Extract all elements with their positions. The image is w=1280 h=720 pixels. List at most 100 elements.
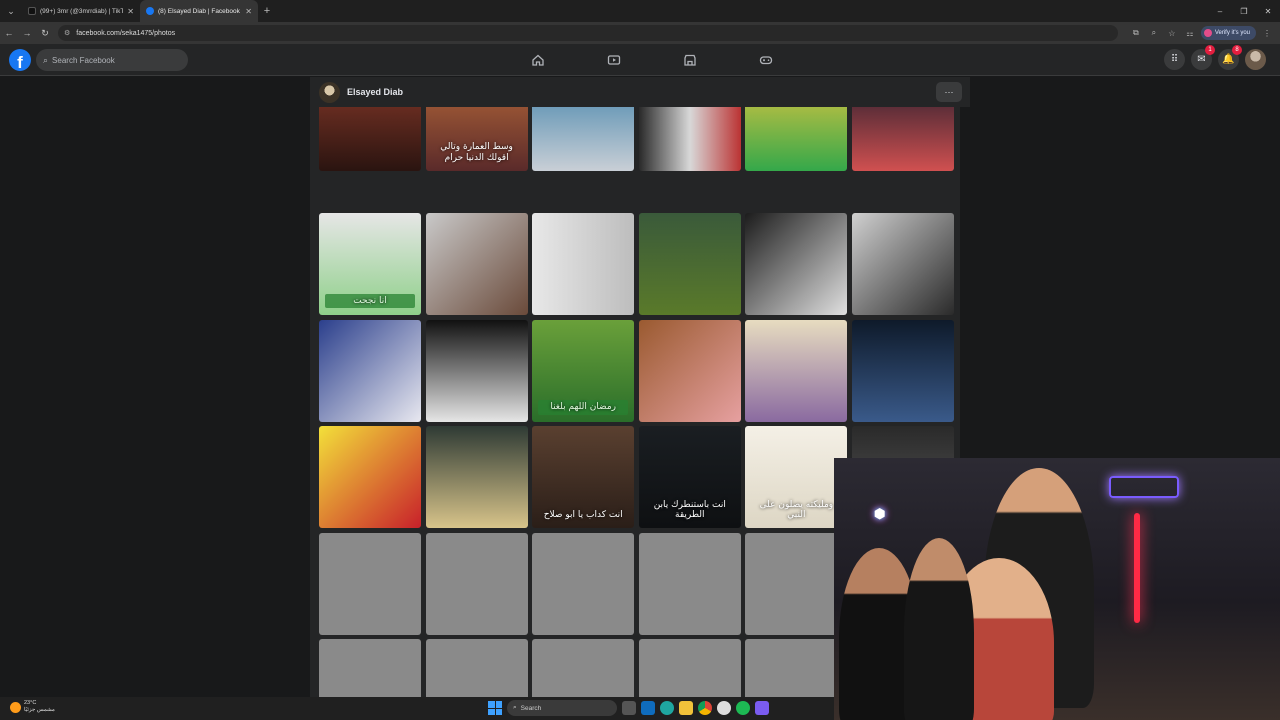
photo-thumbnail[interactable] [638,213,741,316]
spotify-icon[interactable] [736,701,750,715]
neon-hexagon-light [1109,476,1179,498]
facebook-top-nav: f ⌕ Search Facebook ⠿ ✉ 1 🔔 8 [0,44,1280,76]
weather-widget[interactable]: 23°C مشمس جزئيًا [10,700,55,714]
menu-kebab-icon[interactable]: ⋮ [1260,26,1274,40]
photo-thumbnail[interactable] [532,107,635,171]
close-icon[interactable]: ✕ [245,7,252,16]
forward-button[interactable]: → [18,22,36,44]
photo-thumbnail[interactable] [851,107,954,171]
facebook-right-actions: ⠿ ✉ 1 🔔 8 [1164,45,1266,70]
photo-thumbnail[interactable]: وسط العمارة وتالي اقولك الدنيا حرام [425,107,528,171]
profile-avatar[interactable] [319,82,340,103]
photo-caption: رمضان اللهم بلغنا [538,399,629,415]
photo-thumbnail[interactable] [425,426,528,529]
photo-thumbnail[interactable] [532,213,635,316]
photo-caption: ومليكته يصلون على النبي [759,499,834,521]
tab-tiktok[interactable]: (99+) 3mr (@3mrrdiab) | TikTok ✕ [22,0,140,22]
chrome-icon[interactable] [698,701,712,715]
back-button[interactable]: ← [0,22,18,44]
site-info-icon[interactable]: ⚙ [64,29,70,37]
facebook-icon [146,7,154,15]
photo-thumbnail[interactable] [638,107,741,171]
profile-icon [1203,29,1212,37]
photo-thumbnail[interactable]: انا نجحت [319,213,421,316]
weather-text: مشمس جزئيًا [24,707,55,714]
photo-thumbnail[interactable] [319,107,421,171]
marketplace-icon[interactable] [652,44,728,76]
tab-search-icon[interactable]: ⌄ [0,0,22,22]
photo-loading-placeholder [425,638,528,697]
photo-thumbnail[interactable]: انت كداب يا ابو صلاح [532,426,635,529]
window-controls: – ❐ ✕ [1208,0,1280,22]
photo-thumbnail[interactable] [425,319,528,422]
photo-thumbnail[interactable] [745,107,848,171]
task-view-icon[interactable] [622,701,636,715]
github-icon[interactable] [717,701,731,715]
outlook-icon[interactable] [641,701,655,715]
url-bar[interactable]: ⚙ facebook.com/seka1475/photos [58,25,1118,41]
photo-thumbnail[interactable] [638,319,741,422]
account-avatar[interactable] [1245,49,1266,70]
video-icon[interactable] [576,44,652,76]
tab-facebook[interactable]: (8) Elsayed Diab | Facebook ✕ [140,0,258,22]
edge-icon[interactable] [660,701,674,715]
photo-caption: انت باستنطرك يابن الطريقة [653,499,726,521]
bookmark-star-icon[interactable]: ☆ [1165,26,1179,40]
photo-loading-placeholder [425,532,528,635]
discord-icon[interactable] [755,701,769,715]
profile-name[interactable]: Elsayed Diab [347,87,403,97]
facebook-search-input[interactable]: ⌕ Search Facebook [36,49,188,71]
notifications-badge: 8 [1232,45,1242,55]
photo-thumbnail[interactable] [319,319,421,422]
photo-thumbnail[interactable]: ومليكته يصلون على النبي [745,426,848,529]
new-tab-button[interactable]: + [258,0,276,22]
windows-start-icon[interactable] [488,701,502,715]
minimize-button[interactable]: – [1208,0,1232,22]
windows-taskbar: 23°C مشمس جزئيًا ⌕ Search [0,697,834,720]
notifications-bell-icon[interactable]: 🔔 8 [1218,45,1242,70]
photo-caption: انا نجحت [325,293,415,309]
red-floor-lamp [1134,513,1140,623]
photo-thumbnail[interactable]: انت باستنطرك يابن الطريقة [638,426,741,529]
webcam-overlay: ⬢ [834,458,1280,720]
close-window-button[interactable]: ✕ [1256,0,1280,22]
close-icon[interactable]: ✕ [127,7,134,16]
more-options-button[interactable]: ··· [936,82,962,102]
neon-sign: ⬢ [874,506,886,521]
extensions-icon[interactable]: ⚏ [1183,26,1197,40]
tiktok-icon [28,7,36,15]
search-icon: ⌕ [43,54,49,65]
photo-thumbnail[interactable] [745,319,848,422]
photo-loading-placeholder [745,532,848,635]
messenger-icon[interactable]: ✉ 1 [1191,45,1215,70]
maximize-button[interactable]: ❐ [1232,0,1256,22]
photo-thumbnail[interactable] [319,426,421,529]
gaming-icon[interactable] [728,44,804,76]
url-text: facebook.com/seka1475/photos [76,29,176,37]
reload-button[interactable]: ↻ [36,22,54,44]
photo-thumbnail[interactable] [425,213,528,316]
home-icon[interactable] [500,44,576,76]
photo-loading-placeholder [532,532,635,635]
photo-caption: انت كداب يا ابو صلاح [543,510,623,521]
taskbar-search[interactable]: ⌕ Search [507,700,617,716]
file-explorer-icon[interactable] [679,701,693,715]
profile-header-bar: Elsayed Diab ··· [310,77,970,107]
photo-thumbnail[interactable] [851,319,954,422]
photo-loading-placeholder [532,638,635,697]
person-middle [904,538,974,720]
photo-thumbnail[interactable] [851,213,954,316]
search-icon: ⌕ [513,704,517,711]
facebook-logo[interactable]: f [9,49,31,71]
photo-thumbnail[interactable] [745,213,848,316]
menu-grid-icon[interactable]: ⠿ [1164,49,1185,70]
toolbar-actions: ⧉ ⌕ ☆ ⚏ Verify it's you ⋮ [1129,22,1280,44]
photo-thumbnail[interactable]: رمضان اللهم بلغنا [532,319,635,422]
search-placeholder: Search Facebook [52,55,115,65]
photo-caption: وسط العمارة وتالي اقولك الدنيا حرام [440,142,513,164]
install-app-icon[interactable]: ⧉ [1129,26,1143,40]
verify-profile-button[interactable]: Verify it's you [1200,26,1256,40]
zoom-icon[interactable]: ⌕ [1147,26,1161,40]
browser-tab-bar: ⌄ (99+) 3mr (@3mrrdiab) | TikTok ✕ (8) E… [0,0,1280,22]
photo-loading-placeholder [638,532,741,635]
